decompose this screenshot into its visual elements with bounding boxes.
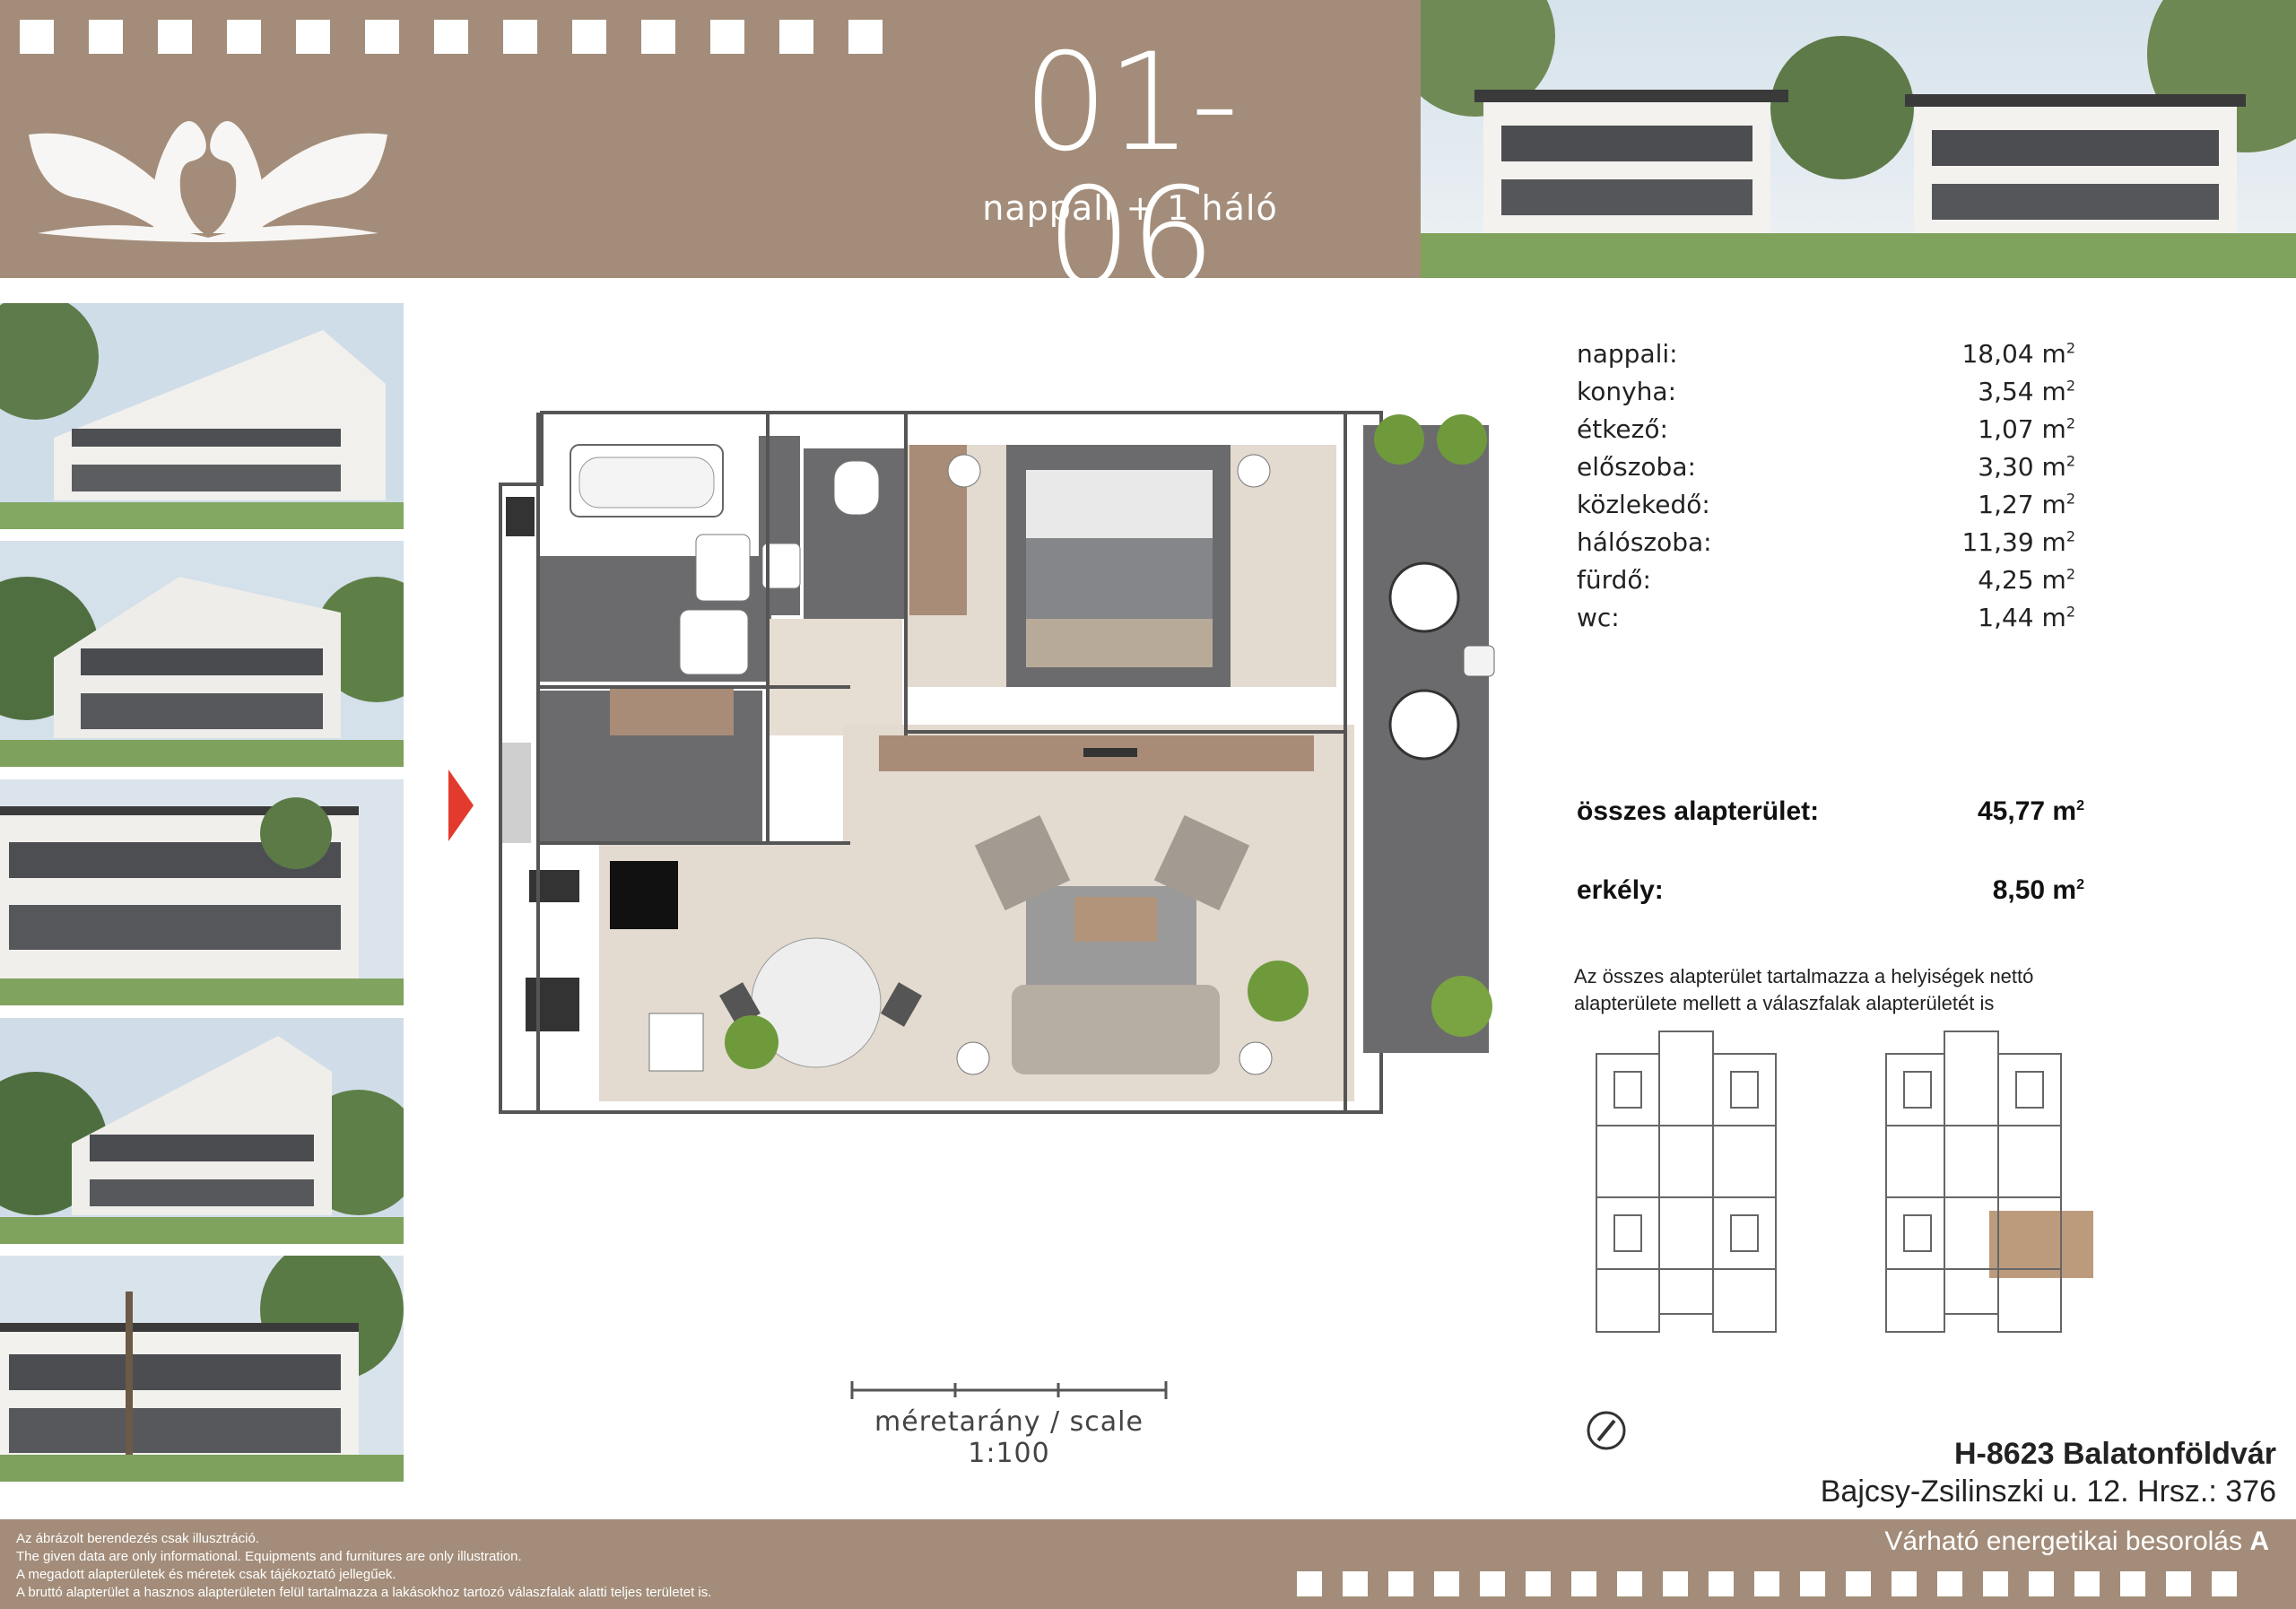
render-thumbnail — [0, 779, 404, 1005]
address-city: H-8623 Balatonföldvár — [1954, 1437, 2276, 1471]
decor-square — [572, 20, 606, 54]
area-label: nappali: — [1577, 339, 1678, 369]
building-keyplan-highlight — [1885, 1031, 2093, 1333]
energy-rating: Várható energetikai besorolás A — [1884, 1526, 2269, 1557]
total-area-label: összes alapterület: — [1577, 796, 1820, 826]
decor-square — [1663, 1571, 1688, 1596]
area-label: előszoba: — [1577, 452, 1696, 482]
area-row: étkező: 1,07 m2 — [1577, 414, 2075, 452]
decor-square — [1754, 1571, 1779, 1596]
decor-square — [2120, 1571, 2145, 1596]
decor-square — [296, 20, 330, 54]
decor-square — [1297, 1571, 1322, 1596]
balcony-value: 8,50 m2 — [1992, 875, 2084, 905]
energy-label: Várható energetikai besorolás — [1884, 1526, 2242, 1556]
decor-square — [641, 20, 675, 54]
decor-square — [779, 20, 813, 54]
render-thumbnail — [0, 303, 404, 529]
balcony-label: erkély: — [1577, 875, 1664, 905]
decor-square — [20, 20, 54, 54]
decor-square — [2212, 1571, 2237, 1596]
decor-square — [1937, 1571, 1962, 1596]
decor-square — [158, 20, 192, 54]
header-band: 01-06 nappali + 1 háló — [0, 0, 1421, 305]
area-row: hálószoba: 11,39 m2 — [1577, 527, 2075, 565]
decor-square — [1846, 1571, 1871, 1596]
render-thumbnail — [0, 541, 404, 767]
area-row: közlekedő: 1,27 m2 — [1577, 490, 2075, 527]
area-row: nappali: 18,04 m2 — [1577, 339, 2075, 377]
unit-code: 01-06 — [1022, 25, 1239, 316]
area-value: 3,30 m2 — [1978, 452, 2075, 482]
render-thumbnail — [0, 1256, 404, 1482]
area-value: 1,07 m2 — [1978, 414, 2075, 444]
render-thumbnail — [0, 1018, 404, 1244]
decor-square — [1571, 1571, 1596, 1596]
decor-square — [227, 20, 261, 54]
address-street: Bajcsy-Zsilinszki u. 12. Hrsz.: 376 — [1820, 1474, 2276, 1509]
area-value: 1,44 m2 — [1978, 603, 2075, 632]
total-area-value: 45,77 m2 — [1978, 796, 2084, 826]
area-row: konyha: 3,54 m2 — [1577, 377, 2075, 414]
decor-square — [2166, 1571, 2191, 1596]
area-row: előszoba: 3,30 m2 — [1577, 452, 2075, 490]
decor-square — [1343, 1571, 1368, 1596]
decor-square — [1480, 1571, 1505, 1596]
decor-square — [1388, 1571, 1413, 1596]
area-note: Az összes alapterület tartalmazza a hely… — [1574, 965, 2034, 1014]
area-row: wc: 1,44 m2 — [1577, 603, 2075, 640]
decor-square — [2029, 1571, 2054, 1596]
area-value: 1,27 m2 — [1978, 490, 2075, 519]
decor-square — [1526, 1571, 1551, 1596]
disclaimer-line: Az ábrázolt berendezés csak illusztráció… — [16, 1531, 259, 1546]
disclaimer-line: A bruttó alapterület a hasznos alapterül… — [16, 1585, 712, 1600]
decor-square — [1983, 1571, 2008, 1596]
decor-square — [1800, 1571, 1825, 1596]
area-value: 4,25 m2 — [1978, 565, 2075, 595]
area-label: fürdő: — [1577, 565, 1651, 595]
decor-square — [1892, 1571, 1917, 1596]
area-value: 11,39 m2 — [1961, 527, 2075, 557]
decor-square — [1709, 1571, 1734, 1596]
decor-square — [365, 20, 399, 54]
energy-class: A — [2249, 1526, 2269, 1556]
floorplan — [499, 411, 1523, 1114]
area-label: hálószoba: — [1577, 527, 1712, 557]
decor-square — [434, 20, 468, 54]
scale-label: méretarány / scale 1:100 — [874, 1406, 1144, 1469]
area-row: fürdő: 4,25 m2 — [1577, 565, 2075, 603]
building-keyplan — [1596, 1031, 1777, 1333]
decor-square — [710, 20, 744, 54]
disclaimer-line: The given data are only informational. E… — [16, 1549, 522, 1564]
area-label: közlekedő: — [1577, 490, 1710, 519]
area-value: 3,54 m2 — [1978, 377, 2075, 406]
entry-arrow-icon — [448, 770, 474, 841]
decor-square — [1617, 1571, 1642, 1596]
hero-render-image — [1421, 0, 2296, 278]
decor-square — [848, 20, 883, 54]
area-value: 18,04 m2 — [1961, 339, 2075, 369]
swan-logo-icon — [29, 121, 387, 242]
area-label: konyha: — [1577, 377, 1677, 406]
unit-type: nappali + 1 háló — [982, 188, 1278, 228]
decor-square — [503, 20, 537, 54]
decor-square — [2074, 1571, 2100, 1596]
disclaimer-line: A megadott alapterületek és méretek csak… — [16, 1567, 396, 1582]
area-label: étkező: — [1577, 414, 1668, 444]
area-label: wc: — [1577, 603, 1620, 632]
decor-square — [1434, 1571, 1459, 1596]
decor-square — [89, 20, 123, 54]
